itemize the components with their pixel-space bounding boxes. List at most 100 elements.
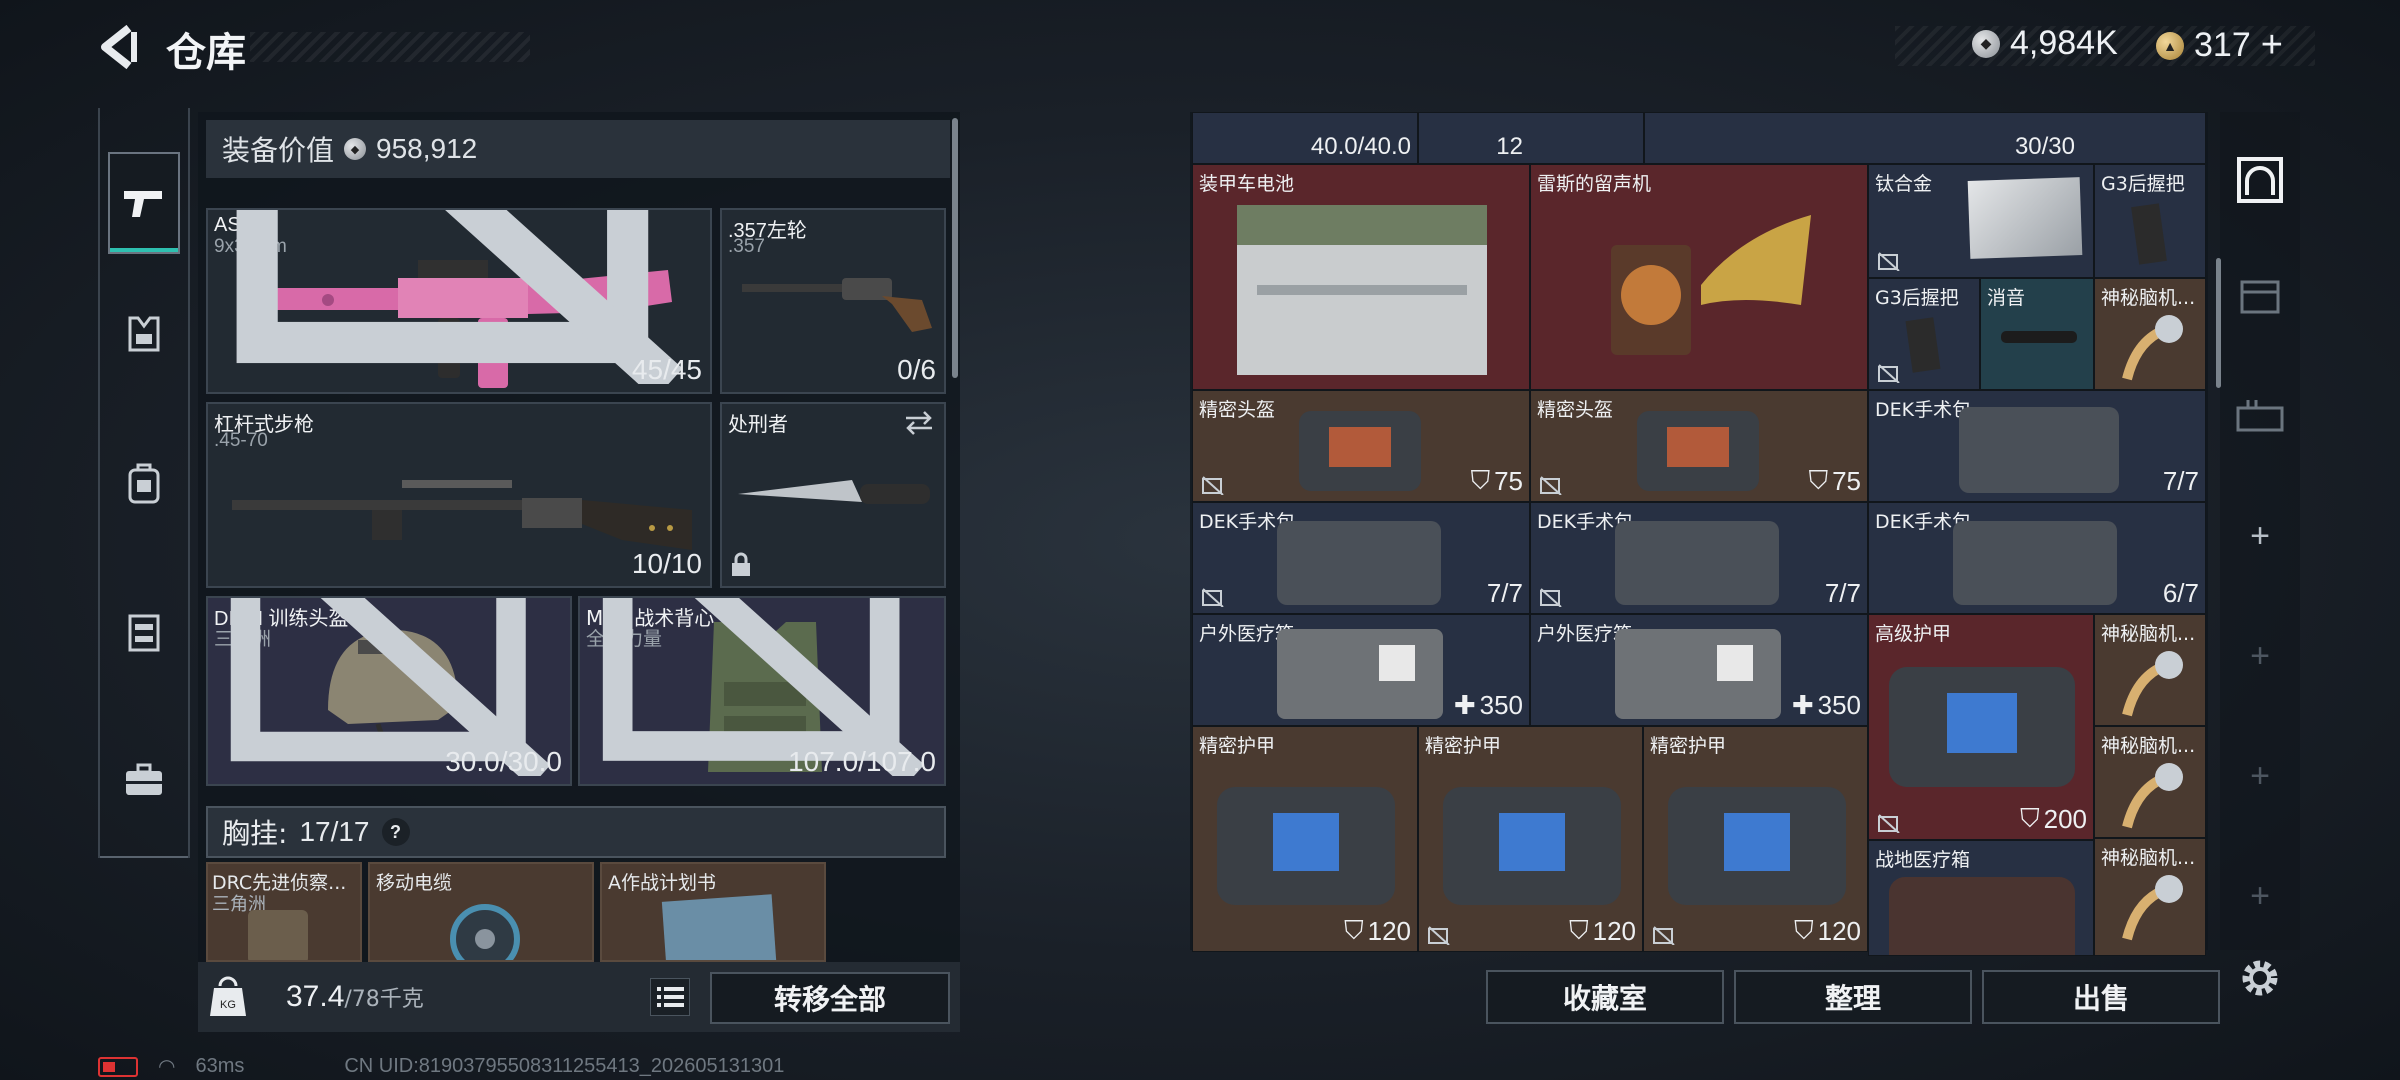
medical-box-image — [1277, 629, 1443, 719]
storage-cell[interactable]: 精密头盔 ⛉ 75 — [1530, 390, 1868, 502]
list-icon — [657, 987, 684, 1007]
item-name: 精密护甲 — [1425, 735, 1502, 757]
item-armor: ⛉ 75 — [1809, 465, 1861, 497]
gold-currency[interactable]: ▲ 317 + — [2156, 24, 2283, 67]
shield-icon: ⛉ — [1470, 465, 1491, 495]
left-scrollbar[interactable] — [952, 118, 958, 378]
weight-readout: 37.4/78千克 — [286, 980, 424, 1014]
storage-cell[interactable]: 高级护甲 ⛉ 200 — [1868, 614, 2094, 840]
collection-room-button[interactable]: 收藏室 — [1486, 970, 1724, 1024]
gun-icon — [124, 191, 162, 217]
storage-cell[interactable]: 户外医疗箱 ✚ 350 — [1530, 614, 1868, 726]
storage-cell[interactable]: 12 — [1418, 112, 1644, 164]
shield-icon: ⛉ — [1794, 915, 1814, 945]
slot-helmet[interactable]: DICH 训练头盔 三角洲 30.0/30.0 — [206, 596, 572, 786]
storage-tab-3[interactable] — [2232, 388, 2288, 444]
transfer-all-button[interactable]: 转移全部 — [710, 972, 950, 1024]
storage-tab-2[interactable] — [2232, 268, 2288, 324]
cable-reel-image — [450, 904, 520, 960]
help-icon[interactable]: ? — [381, 818, 410, 846]
storage-tab-main[interactable] — [2232, 152, 2288, 208]
storage-cell[interactable]: 钛合金 — [1868, 164, 2094, 278]
item-armor: ⛉ 120 — [1344, 915, 1411, 947]
ammo-count: 0/6 — [897, 354, 936, 385]
storage-cell[interactable]: DEK手术包 7/7 — [1192, 502, 1530, 614]
swap-icon[interactable] — [904, 410, 934, 436]
storage-cell[interactable]: 精密护甲 ⛉ 120 — [1418, 726, 1643, 952]
storage-cell[interactable]: 战地医疗箱 — [1868, 840, 2094, 956]
storage-cell[interactable]: 神秘脑机... — [2094, 838, 2206, 956]
shield-icon: ⛉ — [1569, 915, 1589, 945]
item-heal: ✚ 350 — [1792, 690, 1861, 721]
silver-amount: 4,984K — [2010, 24, 2118, 62]
silver-currency: ◆ 4,984K — [1972, 24, 2118, 63]
add-storage-tab-3[interactable]: + — [2232, 748, 2288, 804]
settings-button[interactable] — [2232, 950, 2288, 1006]
storage-cell[interactable]: 40.0/40.0 — [1192, 112, 1418, 164]
brain-chip-image — [2122, 315, 2183, 381]
list-view-button[interactable] — [650, 978, 690, 1016]
storage-cell[interactable]: 户外医疗箱 ✚ 350 — [1192, 614, 1530, 726]
sell-button[interactable]: 出售 — [1982, 970, 2220, 1024]
back-arrow-icon[interactable] — [95, 22, 145, 72]
storage-cell[interactable]: G3后握把 — [2094, 164, 2206, 278]
storage-scrollbar[interactable] — [2216, 258, 2221, 388]
storage-cell[interactable]: DEK手术包 7/7 — [1868, 390, 2206, 502]
storage-cell[interactable]: 装甲车电池 — [1192, 164, 1530, 390]
nav-divider — [100, 856, 188, 858]
tab-chest-rig[interactable] — [108, 596, 180, 668]
organize-button[interactable]: 整理 — [1734, 970, 1972, 1024]
slot-melee[interactable]: 处刑者 — [720, 402, 946, 588]
storage-cell[interactable]: 精密护甲 ⛉ 120 — [1192, 726, 1418, 952]
add-storage-tab-1[interactable]: + — [2232, 508, 2288, 564]
heal-value: 350 — [1817, 690, 1861, 720]
item-name: A作战计划书 — [608, 872, 716, 894]
tab-weapons[interactable] — [108, 152, 180, 254]
gold-coin-icon: ▲ — [2156, 31, 2184, 60]
tab-case[interactable] — [108, 744, 180, 816]
durability: 107.0/107.0 — [788, 746, 936, 777]
tab-armor[interactable] — [108, 298, 180, 370]
storage-cell[interactable]: 精密护甲 ⛉ 120 — [1643, 726, 1868, 952]
storage-cell[interactable]: 神秘脑机... — [2094, 726, 2206, 838]
plus-icon: ✚ — [1791, 690, 1814, 720]
weight-icon: KG — [210, 976, 246, 1016]
tab-backpack[interactable] — [108, 448, 180, 520]
unlocked-icon — [1878, 252, 1900, 271]
storage-cell[interactable]: DEK手术包 7/7 — [1530, 502, 1868, 614]
titanium-image — [1967, 177, 2083, 259]
add-gold-icon[interactable]: + — [2261, 24, 2283, 67]
surgery-kit-image — [1959, 407, 2119, 493]
storage-cell[interactable]: 消音 — [1980, 278, 2094, 390]
chest-item[interactable]: 移动电缆 — [368, 862, 594, 962]
revolver-image — [742, 278, 932, 332]
item-name: 神秘脑机... — [2101, 623, 2196, 645]
storage-cell[interactable]: 精密头盔 ⛉ 75 — [1192, 390, 1530, 502]
surgery-kit-image — [1953, 521, 2117, 605]
slot-pistol[interactable]: .357左轮 .357 0/6 — [720, 208, 946, 394]
add-storage-tab-2[interactable]: + — [2232, 628, 2288, 684]
armor-value: 120 — [1817, 915, 1861, 946]
storage-cell[interactable]: 神秘脑机... — [2094, 278, 2206, 390]
unlocked-icon — [1428, 926, 1450, 945]
storage-cell[interactable]: DEK手术包 6/7 — [1868, 502, 2206, 614]
chest-item[interactable]: DRC先进侦察... 三角洲 — [206, 862, 362, 962]
storage-cell[interactable]: 30/30 — [1644, 112, 2206, 164]
lever-rifle-image — [232, 480, 692, 550]
storage-cell[interactable]: 雷斯的留声机 — [1530, 164, 1868, 390]
chest-item[interactable]: A作战计划书 — [600, 862, 826, 962]
storage-cell[interactable]: 神秘脑机... — [2094, 614, 2206, 726]
slot-body-armor[interactable]: MK-2战术背心 全球力量 107.0/107.0 — [578, 596, 946, 786]
slot-primary-weapon-1[interactable]: AS Val 9x39mm 45/45 — [206, 208, 712, 394]
shield-icon: ⛉ — [2020, 803, 2040, 833]
chest-rig-icon — [128, 614, 160, 652]
plus-icon: + — [2250, 636, 2270, 675]
ammo-count: 45/45 — [631, 354, 702, 385]
slot-primary-weapon-2[interactable]: 杠杆式步枪 .45-70 10/10 — [206, 402, 712, 588]
item-name: 精密护甲 — [1199, 735, 1276, 757]
weight-current: 37.4 — [286, 980, 345, 1013]
storage-cell[interactable]: G3后握把 — [1868, 278, 1980, 390]
add-storage-tab-4[interactable]: + — [2232, 868, 2288, 924]
storage-shelf-icon — [2236, 400, 2284, 432]
armor-value: 120 — [1367, 915, 1411, 946]
